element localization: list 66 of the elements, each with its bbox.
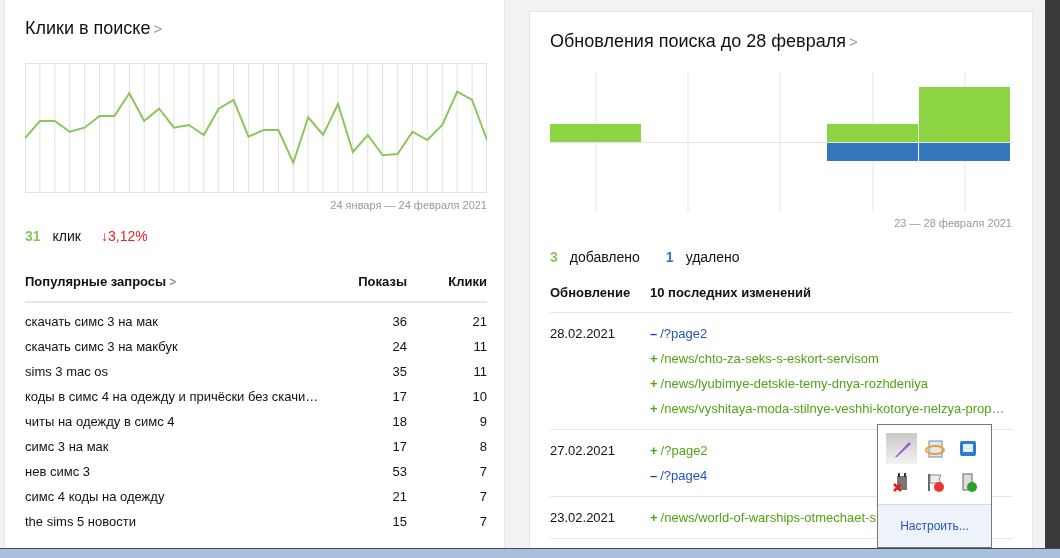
change-sign: + bbox=[650, 443, 658, 458]
column-header: Показы bbox=[357, 274, 407, 289]
update-date: 28.02.2021 bbox=[550, 325, 617, 343]
change-sign: + bbox=[650, 401, 658, 416]
page-link[interactable]: /?page2 bbox=[660, 326, 708, 341]
page-link[interactable]: /?page4 bbox=[660, 468, 708, 483]
chevron-icon[interactable]: > bbox=[848, 33, 858, 50]
table-cell-text: 11 bbox=[472, 363, 487, 381]
table-cell-text: 17 bbox=[391, 438, 407, 456]
document-globe-icon[interactable] bbox=[923, 437, 946, 460]
change-sign: + bbox=[650, 351, 658, 366]
query-text: нев симс 3 bbox=[25, 463, 91, 481]
table-cell-text: 7 bbox=[478, 463, 487, 481]
query-text: читы на одежду в симс 4 bbox=[25, 413, 176, 431]
page-link[interactable]: /news/world-of-warships-otmechaet-s bbox=[660, 510, 876, 525]
added-label: добавлено bbox=[569, 249, 640, 265]
update-date: 23.02.2021 bbox=[550, 509, 617, 527]
page-link[interactable]: /news/lyubimye-detskie-temy-dnya-rozhdeniya bbox=[660, 376, 928, 391]
update-date: 27.02.2021 bbox=[550, 442, 617, 460]
card-title[interactable]: Обновления поиска до 28 февраля bbox=[550, 31, 846, 52]
change-percent: ↓3,12% bbox=[101, 228, 148, 244]
click-label: клик bbox=[52, 228, 81, 244]
removed-label: удалено bbox=[685, 249, 740, 265]
table-cell-text: 36 bbox=[391, 313, 407, 331]
table-cell-text: 7 bbox=[478, 513, 487, 531]
click-count: 31 bbox=[25, 228, 41, 244]
date-range: 23 — 28 февраля 2021 bbox=[893, 217, 1012, 229]
column-header: 10 последних изменений bbox=[650, 285, 813, 300]
query-text: коды в симс 4 на одежду и причёски без скачи… bbox=[25, 388, 320, 406]
table-cell-text: 17 bbox=[391, 388, 407, 406]
added-count: 3 bbox=[550, 249, 558, 265]
customize-link[interactable]: Настроить... bbox=[900, 519, 969, 533]
column-header: Обновление bbox=[550, 285, 632, 300]
table-cell-text: 10 bbox=[471, 388, 487, 406]
query-text: симс 4 коды на одежду bbox=[25, 488, 166, 506]
change-sign: – bbox=[650, 468, 658, 483]
table-cell-text: 8 bbox=[478, 438, 487, 456]
table-cell-text: 9 bbox=[478, 413, 487, 431]
scrollbar[interactable] bbox=[1045, 0, 1060, 548]
chevron-icon[interactable]: > bbox=[169, 275, 177, 289]
column-header: Клики bbox=[447, 274, 487, 289]
table-cell-text: 11 bbox=[472, 338, 487, 356]
query-text: sims 3 mac os bbox=[25, 363, 110, 381]
page-link[interactable]: /?page2 bbox=[660, 443, 708, 458]
card-title[interactable]: Клики в поиске bbox=[25, 18, 151, 39]
table-cell-text: 15 bbox=[391, 513, 407, 531]
query-text: симс 3 на мак bbox=[25, 438, 110, 456]
date-range: 24 января — 24 февраля 2021 bbox=[329, 199, 487, 211]
query-text: скачать симс 3 на мак bbox=[25, 313, 159, 331]
table-cell-text: 53 bbox=[391, 463, 407, 481]
table-cell-text: 35 bbox=[391, 363, 407, 381]
table-cell-text: 24 bbox=[391, 338, 407, 356]
column-header[interactable]: Популярные запросы bbox=[25, 274, 167, 289]
change-sign: + bbox=[650, 376, 658, 391]
change-sign: + bbox=[650, 510, 658, 525]
table-cell-text: 18 bbox=[391, 413, 407, 431]
chevron-icon[interactable]: > bbox=[153, 20, 163, 37]
change-sign: – bbox=[650, 326, 658, 341]
query-text: the sims 5 новости bbox=[25, 513, 137, 531]
page-link[interactable]: /news/chto-za-seks-s-eskort-servisom bbox=[660, 351, 879, 366]
removed-count: 1 bbox=[665, 249, 674, 265]
table-cell-text: 21 bbox=[471, 313, 487, 331]
table-cell-text: 21 bbox=[391, 488, 407, 506]
query-text: скачать симс 3 на макбук bbox=[25, 338, 179, 356]
page-link[interactable]: /news/vyshitaya-moda-stilnye-veshhi-kotorye-nelzya-prop… bbox=[660, 401, 1005, 416]
table-cell-text: 7 bbox=[478, 488, 487, 506]
